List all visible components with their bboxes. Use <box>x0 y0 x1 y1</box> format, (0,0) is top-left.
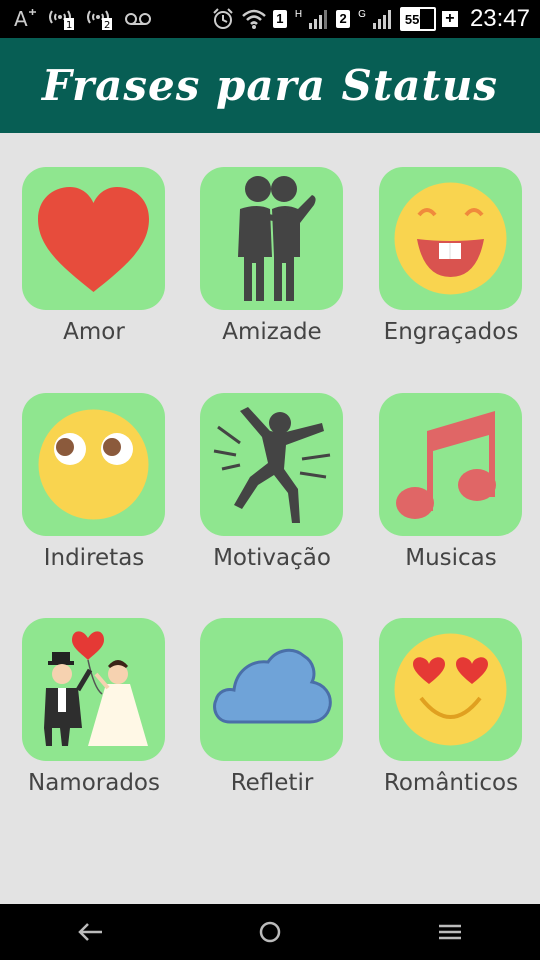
category-romanticos[interactable]: Românticos <box>357 584 537 796</box>
laughing-face-icon <box>394 182 507 295</box>
category-tile[interactable] <box>200 167 343 310</box>
app-title: Frases para Status <box>41 61 499 110</box>
category-label: Namorados <box>28 770 160 796</box>
category-label: Indiretas <box>43 545 145 571</box>
category-label: Amor <box>63 319 125 345</box>
category-amor[interactable]: Amor <box>0 133 180 345</box>
menu-icon <box>439 924 461 940</box>
category-tile[interactable] <box>22 393 165 536</box>
heart-eyes-face-icon <box>394 633 507 746</box>
category-tile[interactable] <box>379 393 522 536</box>
category-tile[interactable] <box>379 167 522 310</box>
side-eye-face-icon <box>38 409 149 520</box>
alarm-icon <box>211 7 235 31</box>
sim2-network-type: G <box>358 8 366 20</box>
category-label: Amizade <box>222 319 322 345</box>
category-engracados[interactable]: Engraçados <box>357 133 537 345</box>
back-icon <box>78 923 102 941</box>
hotspot-1-icon: 1 <box>48 7 76 31</box>
category-label: Engraçados <box>383 319 519 345</box>
signal-icon <box>372 7 394 31</box>
navigation-bar <box>0 904 540 960</box>
category-label: Refletir <box>230 770 314 796</box>
svg-text:2: 2 <box>104 20 110 30</box>
battery-level: 55% <box>404 11 431 27</box>
wifi-icon <box>241 7 267 31</box>
home-icon <box>259 921 281 943</box>
status-bar: A 1 2 1 H 2 G 55% + 23:47 <box>0 0 540 38</box>
category-tile[interactable] <box>379 618 522 761</box>
category-refletir[interactable]: Refletir <box>178 584 358 796</box>
charging-icon: + <box>441 11 458 27</box>
jumping-person-icon <box>213 407 331 523</box>
battery-icon: 55% <box>399 7 436 31</box>
voicemail-icon <box>124 7 152 31</box>
menu-button[interactable] <box>420 912 480 952</box>
sim1-badge: 1 <box>272 10 287 28</box>
category-tile[interactable] <box>22 618 165 761</box>
category-tile[interactable] <box>22 167 165 310</box>
category-motivacao[interactable]: Motivação <box>178 359 358 571</box>
svg-text:A: A <box>14 8 28 30</box>
home-button[interactable] <box>240 912 300 952</box>
cloud-icon <box>213 648 332 724</box>
font-size-icon: A <box>14 7 38 31</box>
wedding-couple-icon <box>44 631 148 746</box>
music-note-icon <box>396 411 496 519</box>
app-bar: Frases para Status <box>0 38 540 133</box>
hotspot-2-icon: 2 <box>86 7 114 31</box>
category-tile[interactable] <box>200 393 343 536</box>
sim1-network-type: H <box>294 8 303 20</box>
category-label: Românticos <box>383 770 519 796</box>
signal-icon <box>308 7 330 31</box>
back-button[interactable] <box>60 912 120 952</box>
category-tile[interactable] <box>200 618 343 761</box>
category-amizade[interactable]: Amizade <box>178 133 358 345</box>
sim2-badge: 2 <box>336 10 351 28</box>
category-label: Motivação <box>213 545 331 571</box>
heart-icon <box>38 187 149 292</box>
svg-text:1: 1 <box>66 20 72 30</box>
friends-icon <box>238 176 316 301</box>
category-musicas[interactable]: Musicas <box>357 359 537 571</box>
clock: 23:47 <box>469 5 530 32</box>
category-indiretas[interactable]: Indiretas <box>0 359 180 571</box>
category-namorados[interactable]: Namorados <box>0 584 180 796</box>
category-label: Musicas <box>405 545 497 571</box>
